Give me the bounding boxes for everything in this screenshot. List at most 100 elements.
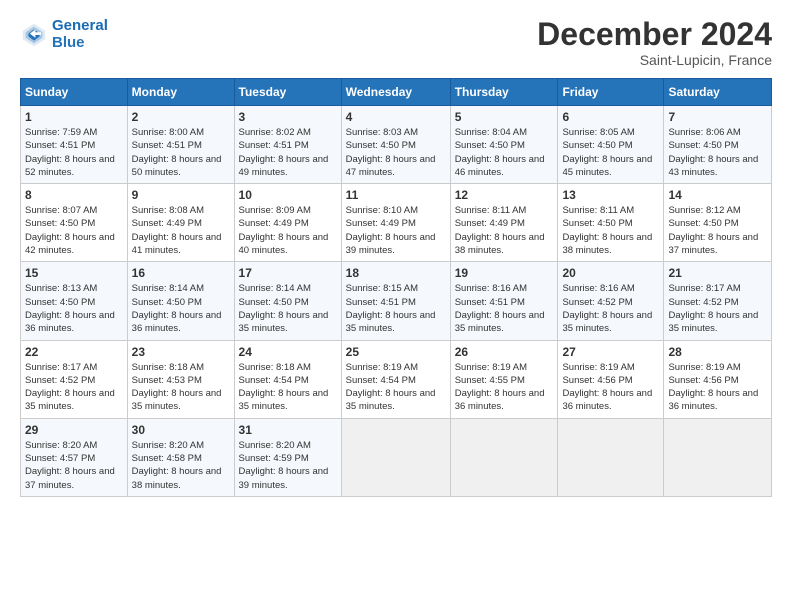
day-info: Sunrise: 8:16 AM Sunset: 4:52 PM Dayligh… bbox=[562, 282, 659, 335]
day-number: 10 bbox=[239, 188, 337, 202]
day-info: Sunrise: 8:11 AM Sunset: 4:49 PM Dayligh… bbox=[455, 204, 554, 257]
day-number: 28 bbox=[668, 345, 767, 359]
day-number: 25 bbox=[346, 345, 446, 359]
day-number: 24 bbox=[239, 345, 337, 359]
calendar-cell: 5 Sunrise: 8:04 AM Sunset: 4:50 PM Dayli… bbox=[450, 106, 558, 184]
calendar-cell: 30 Sunrise: 8:20 AM Sunset: 4:58 PM Dayl… bbox=[127, 418, 234, 496]
day-number: 5 bbox=[455, 110, 554, 124]
day-info: Sunrise: 8:05 AM Sunset: 4:50 PM Dayligh… bbox=[562, 126, 659, 179]
calendar-cell: 4 Sunrise: 8:03 AM Sunset: 4:50 PM Dayli… bbox=[341, 106, 450, 184]
calendar-cell: 6 Sunrise: 8:05 AM Sunset: 4:50 PM Dayli… bbox=[558, 106, 664, 184]
month-title: December 2024 bbox=[537, 18, 772, 50]
day-number: 21 bbox=[668, 266, 767, 280]
day-info: Sunrise: 8:17 AM Sunset: 4:52 PM Dayligh… bbox=[668, 282, 767, 335]
calendar-week-row: 1 Sunrise: 7:59 AM Sunset: 4:51 PM Dayli… bbox=[21, 106, 772, 184]
calendar-cell: 26 Sunrise: 8:19 AM Sunset: 4:55 PM Dayl… bbox=[450, 340, 558, 418]
col-monday: Monday bbox=[127, 79, 234, 106]
page: General Blue December 2024 Saint-Lupicin… bbox=[0, 0, 792, 612]
day-info: Sunrise: 8:09 AM Sunset: 4:49 PM Dayligh… bbox=[239, 204, 337, 257]
col-saturday: Saturday bbox=[664, 79, 772, 106]
calendar-cell: 3 Sunrise: 8:02 AM Sunset: 4:51 PM Dayli… bbox=[234, 106, 341, 184]
day-info: Sunrise: 8:15 AM Sunset: 4:51 PM Dayligh… bbox=[346, 282, 446, 335]
day-number: 31 bbox=[239, 423, 337, 437]
day-number: 15 bbox=[25, 266, 123, 280]
col-friday: Friday bbox=[558, 79, 664, 106]
col-sunday: Sunday bbox=[21, 79, 128, 106]
calendar-cell bbox=[664, 418, 772, 496]
calendar-cell: 28 Sunrise: 8:19 AM Sunset: 4:56 PM Dayl… bbox=[664, 340, 772, 418]
day-number: 11 bbox=[346, 188, 446, 202]
day-info: Sunrise: 8:14 AM Sunset: 4:50 PM Dayligh… bbox=[239, 282, 337, 335]
day-number: 4 bbox=[346, 110, 446, 124]
day-info: Sunrise: 8:08 AM Sunset: 4:49 PM Dayligh… bbox=[132, 204, 230, 257]
day-info: Sunrise: 8:04 AM Sunset: 4:50 PM Dayligh… bbox=[455, 126, 554, 179]
day-number: 9 bbox=[132, 188, 230, 202]
logo-icon bbox=[20, 21, 48, 49]
calendar-cell bbox=[558, 418, 664, 496]
calendar-cell: 12 Sunrise: 8:11 AM Sunset: 4:49 PM Dayl… bbox=[450, 184, 558, 262]
calendar-table: Sunday Monday Tuesday Wednesday Thursday… bbox=[20, 78, 772, 497]
day-number: 2 bbox=[132, 110, 230, 124]
header-row: Sunday Monday Tuesday Wednesday Thursday… bbox=[21, 79, 772, 106]
calendar-cell: 29 Sunrise: 8:20 AM Sunset: 4:57 PM Dayl… bbox=[21, 418, 128, 496]
calendar-cell: 24 Sunrise: 8:18 AM Sunset: 4:54 PM Dayl… bbox=[234, 340, 341, 418]
day-number: 7 bbox=[668, 110, 767, 124]
calendar-cell: 10 Sunrise: 8:09 AM Sunset: 4:49 PM Dayl… bbox=[234, 184, 341, 262]
day-number: 12 bbox=[455, 188, 554, 202]
calendar-cell: 22 Sunrise: 8:17 AM Sunset: 4:52 PM Dayl… bbox=[21, 340, 128, 418]
day-number: 14 bbox=[668, 188, 767, 202]
day-number: 30 bbox=[132, 423, 230, 437]
day-info: Sunrise: 8:10 AM Sunset: 4:49 PM Dayligh… bbox=[346, 204, 446, 257]
calendar-cell: 9 Sunrise: 8:08 AM Sunset: 4:49 PM Dayli… bbox=[127, 184, 234, 262]
day-info: Sunrise: 8:13 AM Sunset: 4:50 PM Dayligh… bbox=[25, 282, 123, 335]
calendar-cell: 16 Sunrise: 8:14 AM Sunset: 4:50 PM Dayl… bbox=[127, 262, 234, 340]
day-info: Sunrise: 8:11 AM Sunset: 4:50 PM Dayligh… bbox=[562, 204, 659, 257]
calendar-week-row: 29 Sunrise: 8:20 AM Sunset: 4:57 PM Dayl… bbox=[21, 418, 772, 496]
calendar-cell bbox=[341, 418, 450, 496]
day-info: Sunrise: 8:17 AM Sunset: 4:52 PM Dayligh… bbox=[25, 361, 123, 414]
day-number: 19 bbox=[455, 266, 554, 280]
day-info: Sunrise: 8:16 AM Sunset: 4:51 PM Dayligh… bbox=[455, 282, 554, 335]
day-number: 3 bbox=[239, 110, 337, 124]
calendar-week-row: 22 Sunrise: 8:17 AM Sunset: 4:52 PM Dayl… bbox=[21, 340, 772, 418]
col-tuesday: Tuesday bbox=[234, 79, 341, 106]
calendar-cell: 18 Sunrise: 8:15 AM Sunset: 4:51 PM Dayl… bbox=[341, 262, 450, 340]
calendar-cell: 1 Sunrise: 7:59 AM Sunset: 4:51 PM Dayli… bbox=[21, 106, 128, 184]
calendar-cell: 21 Sunrise: 8:17 AM Sunset: 4:52 PM Dayl… bbox=[664, 262, 772, 340]
col-wednesday: Wednesday bbox=[341, 79, 450, 106]
header: General Blue December 2024 Saint-Lupicin… bbox=[20, 18, 772, 68]
calendar-week-row: 15 Sunrise: 8:13 AM Sunset: 4:50 PM Dayl… bbox=[21, 262, 772, 340]
day-info: Sunrise: 8:12 AM Sunset: 4:50 PM Dayligh… bbox=[668, 204, 767, 257]
day-info: Sunrise: 8:18 AM Sunset: 4:53 PM Dayligh… bbox=[132, 361, 230, 414]
day-info: Sunrise: 8:07 AM Sunset: 4:50 PM Dayligh… bbox=[25, 204, 123, 257]
calendar-cell bbox=[450, 418, 558, 496]
logo-text: General Blue bbox=[52, 18, 108, 51]
day-number: 20 bbox=[562, 266, 659, 280]
day-number: 27 bbox=[562, 345, 659, 359]
day-number: 23 bbox=[132, 345, 230, 359]
day-number: 16 bbox=[132, 266, 230, 280]
calendar-cell: 20 Sunrise: 8:16 AM Sunset: 4:52 PM Dayl… bbox=[558, 262, 664, 340]
day-info: Sunrise: 8:02 AM Sunset: 4:51 PM Dayligh… bbox=[239, 126, 337, 179]
col-thursday: Thursday bbox=[450, 79, 558, 106]
calendar-cell: 23 Sunrise: 8:18 AM Sunset: 4:53 PM Dayl… bbox=[127, 340, 234, 418]
calendar-cell: 19 Sunrise: 8:16 AM Sunset: 4:51 PM Dayl… bbox=[450, 262, 558, 340]
day-info: Sunrise: 8:19 AM Sunset: 4:56 PM Dayligh… bbox=[562, 361, 659, 414]
calendar-cell: 31 Sunrise: 8:20 AM Sunset: 4:59 PM Dayl… bbox=[234, 418, 341, 496]
calendar-cell: 8 Sunrise: 8:07 AM Sunset: 4:50 PM Dayli… bbox=[21, 184, 128, 262]
day-number: 13 bbox=[562, 188, 659, 202]
day-info: Sunrise: 8:19 AM Sunset: 4:55 PM Dayligh… bbox=[455, 361, 554, 414]
calendar-cell: 27 Sunrise: 8:19 AM Sunset: 4:56 PM Dayl… bbox=[558, 340, 664, 418]
calendar-week-row: 8 Sunrise: 8:07 AM Sunset: 4:50 PM Dayli… bbox=[21, 184, 772, 262]
calendar-cell: 13 Sunrise: 8:11 AM Sunset: 4:50 PM Dayl… bbox=[558, 184, 664, 262]
day-info: Sunrise: 7:59 AM Sunset: 4:51 PM Dayligh… bbox=[25, 126, 123, 179]
day-info: Sunrise: 8:03 AM Sunset: 4:50 PM Dayligh… bbox=[346, 126, 446, 179]
logo: General Blue bbox=[20, 18, 108, 51]
day-info: Sunrise: 8:20 AM Sunset: 4:59 PM Dayligh… bbox=[239, 439, 337, 492]
day-number: 1 bbox=[25, 110, 123, 124]
day-info: Sunrise: 8:14 AM Sunset: 4:50 PM Dayligh… bbox=[132, 282, 230, 335]
day-number: 29 bbox=[25, 423, 123, 437]
day-number: 18 bbox=[346, 266, 446, 280]
day-info: Sunrise: 8:18 AM Sunset: 4:54 PM Dayligh… bbox=[239, 361, 337, 414]
day-info: Sunrise: 8:19 AM Sunset: 4:54 PM Dayligh… bbox=[346, 361, 446, 414]
